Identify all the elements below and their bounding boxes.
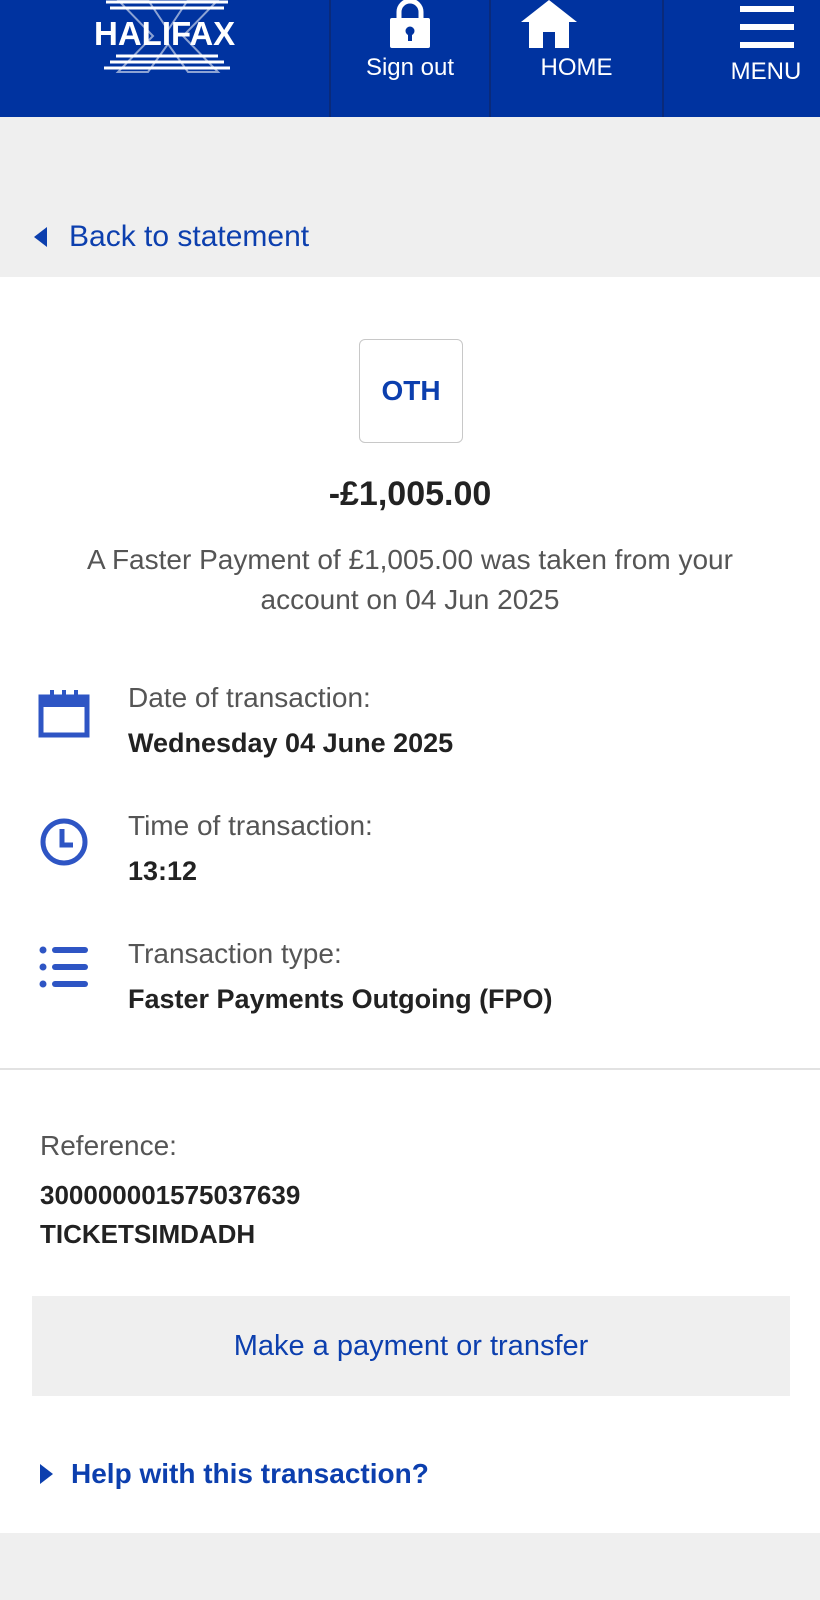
menu-button[interactable]: MENU <box>664 0 820 117</box>
menu-icon <box>740 6 794 48</box>
lock-icon <box>390 0 430 48</box>
sign-out-label: Sign out <box>365 54 455 81</box>
reference-line: 300000001575037639 <box>40 1180 301 1210</box>
home-icon <box>521 0 577 48</box>
time-value: 13:12 <box>128 856 198 886</box>
back-to-statement-label: Back to statement <box>69 220 310 253</box>
calendar-icon <box>38 690 90 738</box>
make-payment-button[interactable]: Make a payment or transfer <box>32 1296 790 1396</box>
date-value: Wednesday 04 June 2025 <box>128 728 454 758</box>
transaction-amount: -£1,005.00 <box>328 475 492 513</box>
help-with-transaction-link[interactable]: Help with this transaction? <box>40 1454 429 1494</box>
back-to-statement-link[interactable]: Back to statement <box>34 217 309 257</box>
type-value: Faster Payments Outgoing (FPO) <box>128 984 553 1014</box>
transaction-summary: A Faster Payment of £1,005.00 was taken … <box>87 544 733 615</box>
list-icon <box>39 946 88 988</box>
home-label: HOME <box>540 54 613 81</box>
type-label: Transaction type: <box>128 938 342 969</box>
logo-text: HALIFAX <box>94 15 236 52</box>
clock-icon <box>40 818 88 866</box>
reference-label: Reference: <box>40 1130 177 1161</box>
time-label: Time of transaction: <box>128 810 373 841</box>
triangle-right-icon <box>40 1464 53 1484</box>
home-button[interactable]: HOME <box>491 0 662 117</box>
menu-label: MENU <box>730 58 802 85</box>
category-badge: OTH <box>359 339 463 443</box>
top-navigation-bar: HALIFAX Sign out HOME MENU <box>0 0 820 117</box>
reference-line: TICKETSIMDADH <box>40 1219 256 1249</box>
date-label: Date of transaction: <box>128 682 371 713</box>
help-link-label: Help with this transaction? <box>71 1458 429 1489</box>
triangle-left-icon <box>34 227 47 247</box>
halifax-logo[interactable]: HALIFAX <box>88 0 238 80</box>
sign-out-button[interactable]: Sign out <box>331 0 489 117</box>
